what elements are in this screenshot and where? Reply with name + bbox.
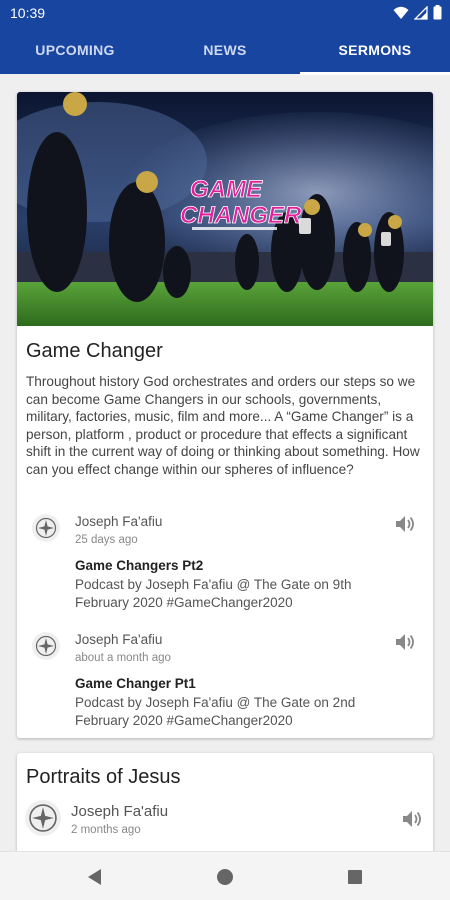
episode-author: Joseph Fa'afiu bbox=[75, 514, 163, 529]
episode-item[interactable]: Joseph Fa'afiu 25 days ago Game Changers… bbox=[17, 510, 433, 620]
series-card-game-changer[interactable]: GAME CHANGER Game Changer Throughout his… bbox=[17, 92, 433, 738]
tab-bar: UPCOMING NEWS SERMONS bbox=[0, 26, 450, 75]
church-logo-icon bbox=[32, 632, 60, 660]
artwork-title-line2: CHANGER bbox=[180, 202, 302, 229]
episode-title: Game Changer Pt1 bbox=[75, 676, 196, 691]
church-logo-icon bbox=[25, 800, 61, 836]
episode-time: 25 days ago bbox=[75, 534, 138, 546]
episode-item[interactable]: Joseph Fa'afiu about a month ago Game Ch… bbox=[17, 628, 433, 738]
status-time: 10:39 bbox=[10, 5, 46, 21]
wifi-icon bbox=[393, 6, 409, 25]
recents-square-icon[interactable] bbox=[344, 866, 366, 888]
speaker-icon[interactable] bbox=[394, 632, 416, 652]
speaker-icon[interactable] bbox=[401, 809, 423, 829]
tab-upcoming[interactable]: UPCOMING bbox=[0, 26, 150, 74]
series-card-portraits-of-jesus[interactable]: Portraits of Jesus Joseph Fa'afiu 2 mont… bbox=[17, 753, 433, 851]
home-circle-icon[interactable] bbox=[214, 866, 236, 888]
episode-title: Game Changers Pt2 bbox=[75, 558, 204, 573]
series-description: Throughout history God orchestrates and … bbox=[26, 374, 420, 477]
sermons-list[interactable]: GAME CHANGER Game Changer Throughout his… bbox=[0, 74, 450, 851]
church-logo-icon bbox=[32, 514, 60, 542]
episode-author: Joseph Fa'afiu bbox=[75, 632, 163, 647]
episode-description: Podcast by Joseph Fa'afiu @ The Gate on … bbox=[75, 577, 352, 610]
signal-icon bbox=[413, 4, 428, 25]
series-title: Game Changer bbox=[26, 340, 163, 362]
system-nav-bar bbox=[0, 851, 450, 900]
back-triangle-icon[interactable] bbox=[84, 866, 106, 888]
series-artwork[interactable]: GAME CHANGER bbox=[17, 92, 433, 326]
episode-time: about a month ago bbox=[75, 652, 171, 664]
battery-icon bbox=[433, 5, 442, 25]
series-title: Portraits of Jesus bbox=[26, 766, 181, 788]
speaker-icon[interactable] bbox=[394, 514, 416, 534]
tab-sermons[interactable]: SERMONS bbox=[300, 26, 450, 74]
artwork-title-line1: GAME bbox=[190, 176, 263, 203]
episode-description: Podcast by Joseph Fa'afiu @ The Gate on … bbox=[75, 695, 356, 728]
episode-time: 2 months ago bbox=[71, 824, 141, 836]
tab-news[interactable]: NEWS bbox=[150, 26, 300, 74]
status-bar: 10:39 bbox=[0, 0, 450, 26]
episode-author: Joseph Fa'afiu bbox=[71, 803, 169, 820]
